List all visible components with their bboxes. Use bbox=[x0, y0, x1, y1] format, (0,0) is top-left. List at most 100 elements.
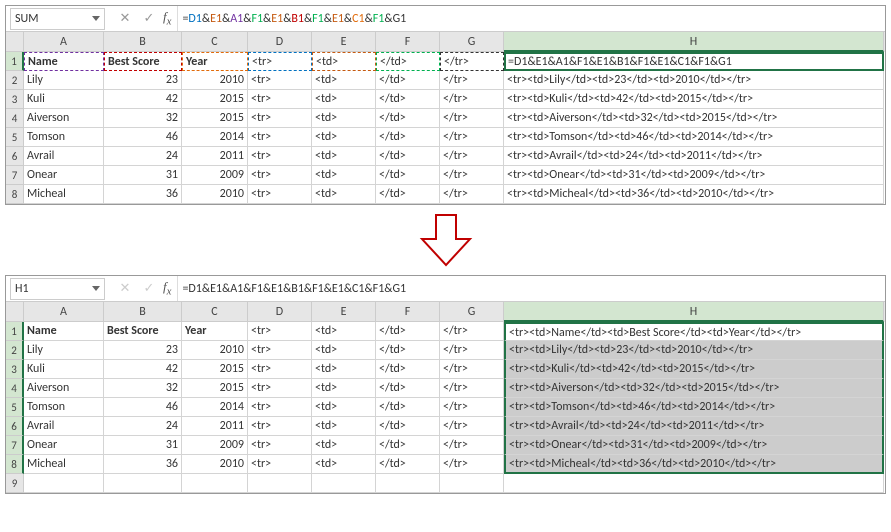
cell-H1[interactable]: <tr><td>Name</td><td>Best Score</td><td>… bbox=[504, 322, 884, 341]
enter-icon[interactable]: ✓ bbox=[137, 11, 161, 26]
cell-H7[interactable]: <tr><td>Onear</td><td>31</td><td>2009</t… bbox=[504, 436, 884, 455]
cell-G8[interactable]: </tr> bbox=[440, 455, 504, 474]
row-header[interactable]: 2 bbox=[6, 71, 24, 90]
cell-A9[interactable] bbox=[24, 474, 104, 493]
select-all-corner[interactable] bbox=[6, 302, 24, 322]
cell-D9[interactable] bbox=[248, 474, 312, 493]
cell-D6[interactable]: <tr> bbox=[248, 147, 312, 166]
cell-A7[interactable]: Onear bbox=[24, 436, 104, 455]
cell-E9[interactable] bbox=[312, 474, 376, 493]
cell-B5[interactable]: 46 bbox=[104, 128, 182, 147]
cell-C8[interactable]: 2010 bbox=[182, 455, 248, 474]
cell-H4[interactable]: <tr><td>Aiverson</td><td>32</td><td>2015… bbox=[504, 379, 884, 398]
cell-B7[interactable]: 31 bbox=[104, 436, 182, 455]
col-header-F[interactable]: F bbox=[376, 32, 440, 52]
cell-G7[interactable]: </tr> bbox=[440, 166, 504, 185]
cell-D7[interactable]: <tr> bbox=[248, 166, 312, 185]
cell-E8[interactable]: <td> bbox=[312, 455, 376, 474]
cell-B3[interactable]: 42 bbox=[104, 90, 182, 109]
row-header[interactable]: 5 bbox=[6, 398, 24, 417]
col-header-B[interactable]: B bbox=[104, 302, 182, 322]
cell-F2[interactable]: </td> bbox=[376, 341, 440, 360]
fx-icon[interactable]: fx bbox=[163, 279, 171, 298]
cell-A4[interactable]: Aiverson bbox=[24, 379, 104, 398]
row-header[interactable]: 6 bbox=[6, 417, 24, 436]
cell-H4[interactable]: <tr><td>Aiverson</td><td>32</td><td>2015… bbox=[504, 109, 884, 128]
cell-G5[interactable]: </tr> bbox=[440, 128, 504, 147]
cell-A1[interactable]: Name bbox=[24, 52, 104, 71]
row-header[interactable]: 4 bbox=[6, 379, 24, 398]
grid-bottom[interactable]: 123456789 ABCDEFGH NameBest ScoreYear<tr… bbox=[6, 302, 885, 493]
name-box[interactable]: H1 bbox=[10, 278, 105, 300]
cell-B7[interactable]: 31 bbox=[104, 166, 182, 185]
name-box[interactable]: SUM bbox=[10, 8, 105, 30]
cell-A5[interactable]: Tomson bbox=[24, 398, 104, 417]
cell-E2[interactable]: <td> bbox=[312, 71, 376, 90]
cell-B8[interactable]: 36 bbox=[104, 185, 182, 204]
cell-G6[interactable]: </tr> bbox=[440, 417, 504, 436]
cell-F1[interactable]: </td> bbox=[376, 322, 440, 341]
cell-D2[interactable]: <tr> bbox=[248, 341, 312, 360]
col-header-F[interactable]: F bbox=[376, 302, 440, 322]
cell-G7[interactable]: </tr> bbox=[440, 436, 504, 455]
row-header[interactable]: 1 bbox=[6, 52, 24, 71]
grid-top[interactable]: 12345678 ABCDEFGH NameBest ScoreYear<tr>… bbox=[6, 32, 885, 204]
cell-C6[interactable]: 2011 bbox=[182, 417, 248, 436]
cell-G3[interactable]: </tr> bbox=[440, 360, 504, 379]
cell-E5[interactable]: <td> bbox=[312, 128, 376, 147]
col-header-H[interactable]: H bbox=[504, 32, 884, 52]
cell-D3[interactable]: <tr> bbox=[248, 90, 312, 109]
cell-G4[interactable]: </tr> bbox=[440, 109, 504, 128]
cell-F1[interactable]: </td> bbox=[376, 52, 440, 71]
cell-C5[interactable]: 2014 bbox=[182, 128, 248, 147]
cell-F3[interactable]: </td> bbox=[376, 360, 440, 379]
cell-H3[interactable]: <tr><td>Kuli</td><td>42</td><td>2015</td… bbox=[504, 360, 884, 379]
cell-A3[interactable]: Kuli bbox=[24, 90, 104, 109]
cell-D4[interactable]: <tr> bbox=[248, 379, 312, 398]
cell-E7[interactable]: <td> bbox=[312, 436, 376, 455]
cell-D5[interactable]: <tr> bbox=[248, 128, 312, 147]
col-header-C[interactable]: C bbox=[182, 302, 248, 322]
select-all-corner[interactable] bbox=[6, 32, 24, 52]
cell-A2[interactable]: Lily bbox=[24, 71, 104, 90]
cell-D5[interactable]: <tr> bbox=[248, 398, 312, 417]
cell-E3[interactable]: <td> bbox=[312, 360, 376, 379]
cell-F9[interactable] bbox=[376, 474, 440, 493]
cell-F2[interactable]: </td> bbox=[376, 71, 440, 90]
cell-F5[interactable]: </td> bbox=[376, 398, 440, 417]
row-header[interactable]: 8 bbox=[6, 455, 24, 474]
cell-F3[interactable]: </td> bbox=[376, 90, 440, 109]
formula-input[interactable]: =D1&E1&A1&F1&E1&B1&F1&E1&C1&F1&G1 bbox=[177, 276, 885, 301]
col-header-E[interactable]: E bbox=[312, 32, 376, 52]
col-header-E[interactable]: E bbox=[312, 302, 376, 322]
col-header-A[interactable]: A bbox=[24, 32, 104, 52]
cell-A6[interactable]: Avrail bbox=[24, 147, 104, 166]
cell-B4[interactable]: 32 bbox=[104, 109, 182, 128]
cell-D2[interactable]: <tr> bbox=[248, 71, 312, 90]
row-header[interactable]: 3 bbox=[6, 360, 24, 379]
cell-A6[interactable]: Avrail bbox=[24, 417, 104, 436]
cell-B2[interactable]: 23 bbox=[104, 71, 182, 90]
cell-H5[interactable]: <tr><td>Tomson</td><td>46</td><td>2014</… bbox=[504, 398, 884, 417]
row-header[interactable]: 4 bbox=[6, 109, 24, 128]
cell-B4[interactable]: 32 bbox=[104, 379, 182, 398]
fx-icon[interactable]: fx bbox=[163, 9, 171, 28]
cell-G4[interactable]: </tr> bbox=[440, 379, 504, 398]
cell-C3[interactable]: 2015 bbox=[182, 90, 248, 109]
cell-F6[interactable]: </td> bbox=[376, 417, 440, 436]
cell-H7[interactable]: <tr><td>Onear</td><td>31</td><td>2009</t… bbox=[504, 166, 884, 185]
row-header[interactable]: 2 bbox=[6, 341, 24, 360]
cell-A5[interactable]: Tomson bbox=[24, 128, 104, 147]
cell-H3[interactable]: <tr><td>Kuli</td><td>42</td><td>2015</td… bbox=[504, 90, 884, 109]
cell-G5[interactable]: </tr> bbox=[440, 398, 504, 417]
cell-B3[interactable]: 42 bbox=[104, 360, 182, 379]
cell-B2[interactable]: 23 bbox=[104, 341, 182, 360]
cell-B6[interactable]: 24 bbox=[104, 147, 182, 166]
col-header-A[interactable]: A bbox=[24, 302, 104, 322]
cell-C1[interactable]: Year bbox=[182, 322, 248, 341]
row-header[interactable]: 8 bbox=[6, 185, 24, 204]
cell-G3[interactable]: </tr> bbox=[440, 90, 504, 109]
cell-E1[interactable]: <td> bbox=[312, 52, 376, 71]
cell-H2[interactable]: <tr><td>Lily</td><td>23</td><td>2010</td… bbox=[504, 71, 884, 90]
formula-input[interactable]: =D1&E1&A1&F1&E1&B1&F1&E1&C1&F1&G1 bbox=[177, 6, 885, 31]
